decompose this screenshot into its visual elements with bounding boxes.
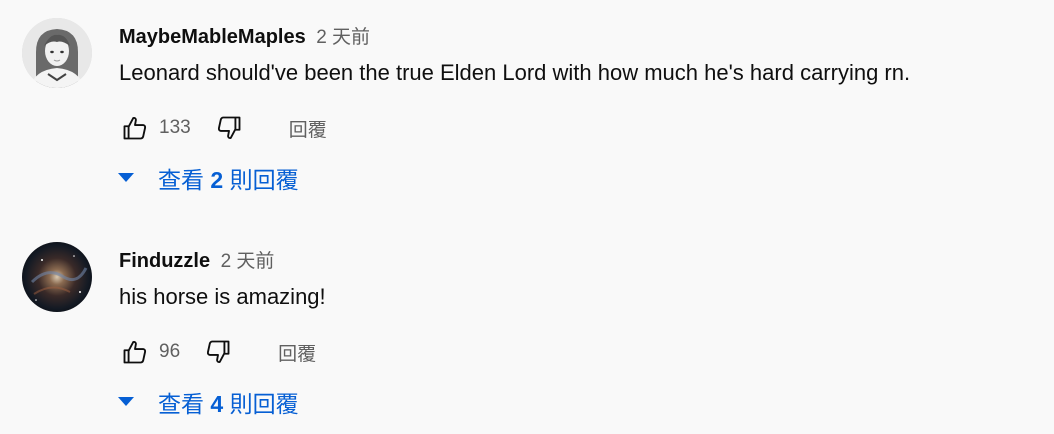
comment-actions: 96 回覆 [119,336,316,368]
dislike-button[interactable] [213,112,245,144]
comment-text: his horse is amazing! [119,284,326,309]
comment-actions: 133 回覆 [119,112,327,144]
replies-count: 2 [210,167,224,193]
comment-timestamp[interactable]: 2 天前 [316,27,370,48]
view-replies-label: 查看 2 則回覆 [158,161,299,195]
like-count: 133 [159,117,191,138]
like-count: 96 [159,341,181,362]
comment-header: Finduzzle 2 天前 [119,246,275,272]
replies-suffix: 則回覆 [229,391,299,417]
reply-button[interactable]: 回覆 [289,115,327,142]
avatar[interactable] [22,242,92,312]
comment-timestamp[interactable]: 2 天前 [221,251,275,272]
replies-count: 4 [210,391,224,417]
comments-section: MaybeMableMaples 2 天前 Leonard should've … [0,0,1054,434]
reply-button[interactable]: 回覆 [278,339,316,366]
replies-prefix: 查看 [158,391,204,417]
caret-down-icon [116,168,136,188]
view-replies-label: 查看 4 則回覆 [158,385,299,419]
author-name[interactable]: MaybeMableMaples [119,26,306,48]
view-replies-button[interactable]: 查看 4 則回覆 [116,386,299,418]
replies-prefix: 查看 [158,167,204,193]
galaxy-avatar-icon [22,242,92,312]
dislike-button[interactable] [202,336,234,368]
like-button[interactable] [119,112,151,144]
thumbs-down-icon [217,116,241,139]
thumbs-up-icon [123,341,147,364]
replies-suffix: 則回覆 [229,167,299,193]
comment-header: MaybeMableMaples 2 天前 [119,22,370,48]
comment-text: Leonard should've been the true Elden Lo… [119,60,911,85]
view-replies-button[interactable]: 查看 2 則回覆 [116,162,299,194]
thumbs-down-icon [207,340,230,363]
user-photo-avatar-icon [22,18,92,88]
comment-thread: MaybeMableMaples 2 天前 Leonard should've … [0,0,1054,200]
author-name[interactable]: Finduzzle [119,250,210,272]
comment-thread: Finduzzle 2 天前 his horse is amazing! 96 … [0,224,1054,424]
avatar[interactable] [22,18,92,88]
thumbs-up-icon [123,117,147,140]
like-button[interactable] [119,336,151,368]
caret-down-icon [116,392,136,412]
